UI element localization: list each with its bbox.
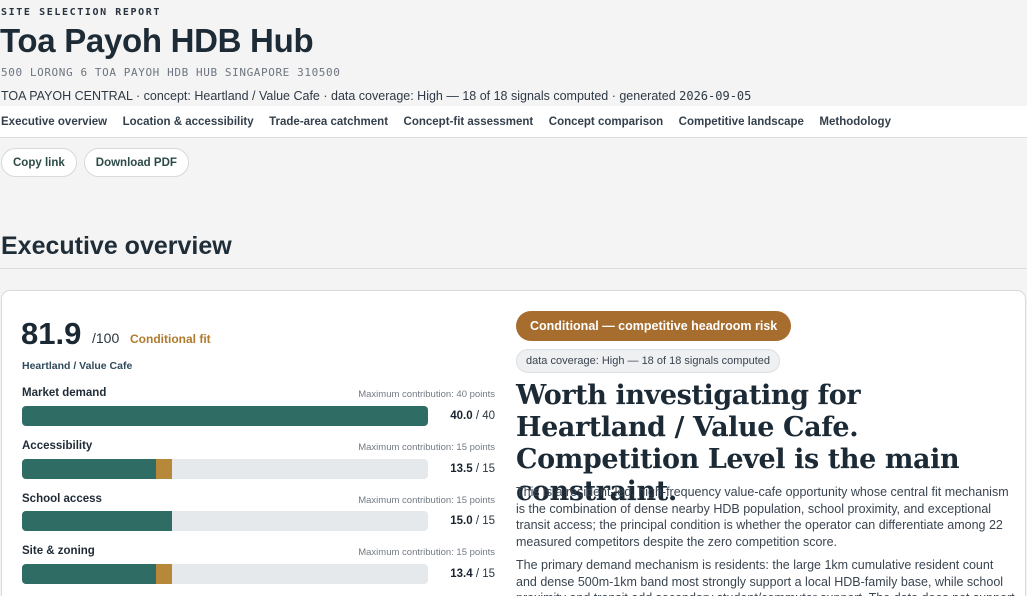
bar-track-market-demand bbox=[22, 406, 428, 426]
bar-fill-accessibility bbox=[22, 459, 156, 479]
metric-score: 13.4 bbox=[450, 568, 473, 580]
bar-track-school-access bbox=[22, 511, 428, 531]
report-meta: TOA PAYOH CENTRAL · concept: Heartland /… bbox=[1, 89, 751, 103]
bar-fill-market-demand bbox=[22, 406, 428, 426]
metric-total: / 15 bbox=[475, 463, 495, 475]
tab-concept-fit-assessment[interactable]: Concept-fit assessment bbox=[404, 116, 534, 128]
coverage-badge: data coverage: High — 18 of 18 signals c… bbox=[516, 349, 780, 373]
metric-total: / 15 bbox=[475, 568, 495, 580]
metric-score: 40.0 bbox=[450, 410, 473, 422]
metric-value-market-demand: 40.0 / 40 bbox=[430, 410, 495, 422]
summary-paragraph-1: This is a resident-led, high-frequency v… bbox=[516, 485, 1009, 549]
summary-paragraph-2: The primary demand mechanism is resident… bbox=[516, 558, 1015, 596]
report-meta-text: TOA PAYOH CENTRAL · concept: Heartland /… bbox=[1, 89, 680, 103]
metric-name-site-zoning: Site & zoning bbox=[22, 545, 95, 557]
section-title: Executive overview bbox=[1, 232, 232, 260]
metric-max-site-zoning: Maximum contribution: 15 points bbox=[358, 547, 495, 558]
section-nav: Executive overview Location & accessibil… bbox=[0, 106, 1027, 138]
bar-track-site-zoning bbox=[22, 564, 428, 584]
download-pdf-button[interactable]: Download PDF bbox=[83, 148, 189, 177]
section-divider bbox=[0, 268, 1027, 269]
metric-value-site-zoning: 13.4 / 15 bbox=[430, 568, 495, 580]
metric-score: 13.5 bbox=[450, 463, 473, 475]
metric-max-school-access: Maximum contribution: 15 points bbox=[358, 495, 495, 506]
metric-value-school-access: 15.0 / 15 bbox=[430, 515, 495, 527]
tab-competitive-landscape[interactable]: Competitive landscape bbox=[679, 116, 804, 128]
bar-fill-site-zoning bbox=[22, 564, 156, 584]
copy-link-button[interactable]: Copy link bbox=[1, 148, 77, 177]
metric-name-accessibility: Accessibility bbox=[22, 440, 93, 452]
generated-date: 2026-09-05 bbox=[679, 89, 752, 103]
bar-track-accessibility bbox=[22, 459, 428, 479]
bar-extra-site-zoning bbox=[155, 564, 173, 584]
bar-extra-accessibility bbox=[155, 459, 173, 479]
metric-max-accessibility: Maximum contribution: 15 points bbox=[358, 442, 495, 453]
score-max: /100 bbox=[92, 330, 120, 346]
page-title: Toa Payoh HDB Hub bbox=[0, 22, 314, 59]
tab-executive-overview[interactable]: Executive overview bbox=[1, 116, 107, 128]
metric-max-market-demand: Maximum contribution: 40 points bbox=[358, 389, 495, 400]
action-buttons: Copy link Download PDF bbox=[1, 148, 189, 177]
metric-total: / 40 bbox=[475, 410, 495, 422]
tab-concept-comparison[interactable]: Concept comparison bbox=[549, 116, 663, 128]
concept-label: Heartland / Value Cafe bbox=[22, 360, 133, 372]
tab-methodology[interactable]: Methodology bbox=[819, 116, 891, 128]
risk-badge: Conditional — competitive headroom risk bbox=[516, 311, 792, 341]
fit-score: 81.9 bbox=[21, 316, 82, 351]
metric-name-school-access: School access bbox=[22, 493, 102, 505]
metric-name-market-demand: Market demand bbox=[22, 387, 107, 399]
report-eyebrow: SITE SELECTION REPORT bbox=[1, 7, 162, 18]
metric-value-accessibility: 13.5 / 15 bbox=[430, 463, 495, 475]
metric-total: / 15 bbox=[475, 515, 495, 527]
bar-fill-school-access bbox=[22, 511, 173, 531]
tab-location-accessibility[interactable]: Location & accessibility bbox=[123, 116, 254, 128]
site-address: 500 LORONG 6 TOA PAYOH HDB HUB SINGAPORE… bbox=[1, 66, 341, 79]
metric-score: 15.0 bbox=[450, 515, 473, 527]
fit-label: Conditional fit bbox=[130, 332, 211, 346]
tab-trade-area-catchment[interactable]: Trade-area catchment bbox=[269, 116, 388, 128]
